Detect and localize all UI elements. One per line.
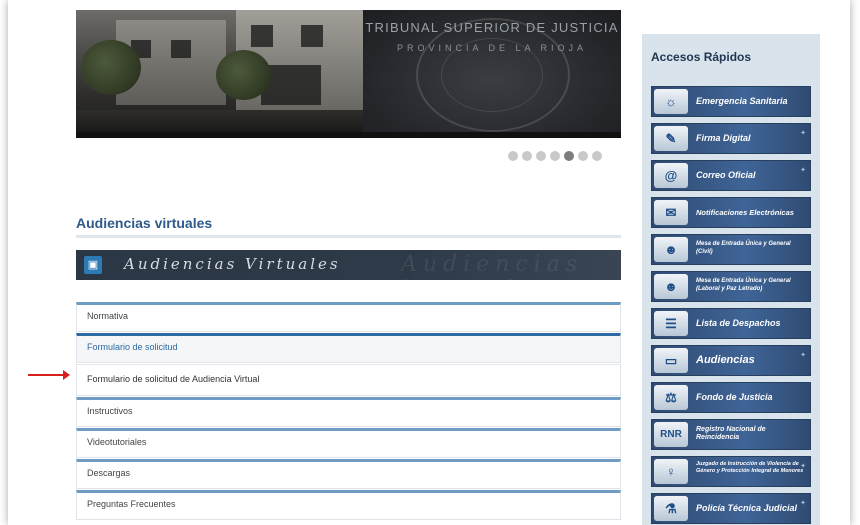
quick-firma-digital[interactable]: ✎ Firma Digital ✦ xyxy=(651,123,811,154)
accordion-item-normativa[interactable]: Normativa xyxy=(76,302,621,332)
quick-label: Lista de Despachos xyxy=(696,318,781,328)
quick-label: Correo Oficial xyxy=(696,170,756,180)
quick-audiencias[interactable]: ▭ Audiencias ✦ xyxy=(651,345,811,376)
slider-dots xyxy=(508,151,602,163)
quick-access-sidebar: Accesos Rápidos ☼ Emergencia Sanitaria ✎… xyxy=(642,34,820,525)
accordion-item-preguntas[interactable]: Preguntas Frecuentes xyxy=(76,490,621,520)
quick-mesa-laboral[interactable]: ☻ Mesa de Entrada Única y General (Labor… xyxy=(651,271,811,302)
accordion-item-videotutoriales[interactable]: Videotutoriales xyxy=(76,428,621,458)
window xyxy=(301,25,323,47)
tree xyxy=(216,50,271,100)
star-icon: ✦ xyxy=(800,463,806,470)
microscope-icon: ⚗ xyxy=(654,496,688,521)
banner-ghost-text: Audiencias Virtuales xyxy=(401,252,584,280)
hero-subtitle: PROVINCIA DE LA RIOJA xyxy=(396,43,588,53)
monitor-icon: ▭ xyxy=(654,348,688,373)
banner-script-text: Audiencias Virtuales xyxy=(124,255,341,273)
quick-notificaciones[interactable]: ✉ Notificaciones Electrónicas xyxy=(651,197,811,228)
quick-juzgado-violencia[interactable]: ♀ Juzgado de Instrucción de Violencia de… xyxy=(651,456,811,487)
accordion-item-instructivos[interactable]: Instructivos xyxy=(76,397,621,427)
slider-dot[interactable] xyxy=(592,151,602,161)
quick-label: Notificaciones Electrónicas xyxy=(696,208,794,217)
quick-lista-despachos[interactable]: ☰ Lista de Despachos xyxy=(651,308,811,339)
list-icon: ☰ xyxy=(654,311,688,336)
meeting-icon: ▣ xyxy=(84,256,102,274)
quick-label: Fondo de Justicia xyxy=(696,392,773,402)
quick-fondo-justicia[interactable]: ⚖ Fondo de Justicia xyxy=(651,382,811,413)
hero-slider[interactable]: TRIBUNAL SUPERIOR DE JUSTICIA PROVINCIA … xyxy=(76,10,621,138)
quick-label: Juzgado de Instrucción de Violencia de G… xyxy=(696,461,804,474)
accordion-item-formulario[interactable]: Formulario de solicitud xyxy=(76,333,621,363)
accordion-label: Descargas xyxy=(87,468,131,478)
rnr-logo-icon: RNR xyxy=(654,422,688,447)
accordion-item-descargas[interactable]: Descargas xyxy=(76,459,621,489)
quick-mesa-civil[interactable]: ☻ Mesa de Entrada Única y General (Civil… xyxy=(651,234,811,265)
window xyxy=(171,40,191,58)
people-icon: ☻ xyxy=(654,274,688,299)
link-label: Formulario de solicitud de Audiencia Vir… xyxy=(87,374,260,384)
quick-label: Emergencia Sanitaria xyxy=(696,96,788,106)
quick-label: Audiencias xyxy=(696,354,755,366)
quick-correo-oficial[interactable]: @ Correo Oficial ✦ xyxy=(651,160,811,191)
quick-label: Policía Técnica Judicial xyxy=(696,503,798,513)
slider-dot[interactable] xyxy=(508,151,518,161)
mail-hand-icon: ✉ xyxy=(654,200,688,225)
section-title: Audiencias virtuales xyxy=(76,215,213,231)
slider-dot[interactable] xyxy=(536,151,546,161)
quick-label: Mesa de Entrada Única y General (Laboral… xyxy=(696,278,791,292)
accordion-label: Normativa xyxy=(87,311,129,321)
star-icon: ✦ xyxy=(800,167,806,174)
section-divider xyxy=(76,235,621,238)
window xyxy=(251,25,273,47)
at-sign-icon: @ xyxy=(654,163,688,188)
star-icon: ✦ xyxy=(800,500,806,507)
star-icon: ✦ xyxy=(800,352,806,359)
accordion-label: Instructivos xyxy=(87,406,133,416)
quick-registro-reincidencia[interactable]: RNR Registro Nacional de Reincidencia xyxy=(651,419,811,450)
gender-icon: ♀ xyxy=(654,459,688,484)
accordion-label: Formulario de solicitud xyxy=(87,342,178,352)
accordion: Normativa Formulario de solicitud Formul… xyxy=(76,302,621,521)
quick-policia-tecnica[interactable]: ⚗ Policía Técnica Judicial ✦ xyxy=(651,493,811,524)
slider-dot[interactable] xyxy=(550,151,560,161)
quick-label: Registro Nacional de Reincidencia xyxy=(696,426,766,441)
hero-title: TRIBUNAL SUPERIOR DE JUSTICIA xyxy=(365,20,619,35)
accordion-label: Preguntas Frecuentes xyxy=(87,499,176,509)
document-icon: ✎ xyxy=(654,126,688,151)
red-arrow-indicator xyxy=(28,370,70,380)
hero-bottom-bar xyxy=(76,132,621,138)
slider-dot-active[interactable] xyxy=(564,151,574,161)
people-icon: ☻ xyxy=(654,237,688,262)
quick-label: Mesa de Entrada Única y General (Civil) xyxy=(696,241,791,255)
link-formulario-audiencia-virtual[interactable]: Formulario de solicitud de Audiencia Vir… xyxy=(76,364,621,396)
quick-emergencia-sanitaria[interactable]: ☼ Emergencia Sanitaria xyxy=(651,86,811,117)
tree xyxy=(81,40,141,95)
star-icon: ✦ xyxy=(800,130,806,137)
scales-icon: ⚖ xyxy=(654,385,688,410)
section-banner: ▣ Audiencias Virtuales Audiencias Virtua… xyxy=(76,250,621,280)
globe-icon: ☼ xyxy=(654,89,688,114)
sidebar-title: Accesos Rápidos xyxy=(651,50,752,64)
page: TRIBUNAL SUPERIOR DE JUSTICIA PROVINCIA … xyxy=(8,0,850,525)
slider-dot[interactable] xyxy=(578,151,588,161)
accordion-label: Videotutoriales xyxy=(87,437,147,447)
slider-dot[interactable] xyxy=(522,151,532,161)
quick-label: Firma Digital xyxy=(696,133,751,143)
